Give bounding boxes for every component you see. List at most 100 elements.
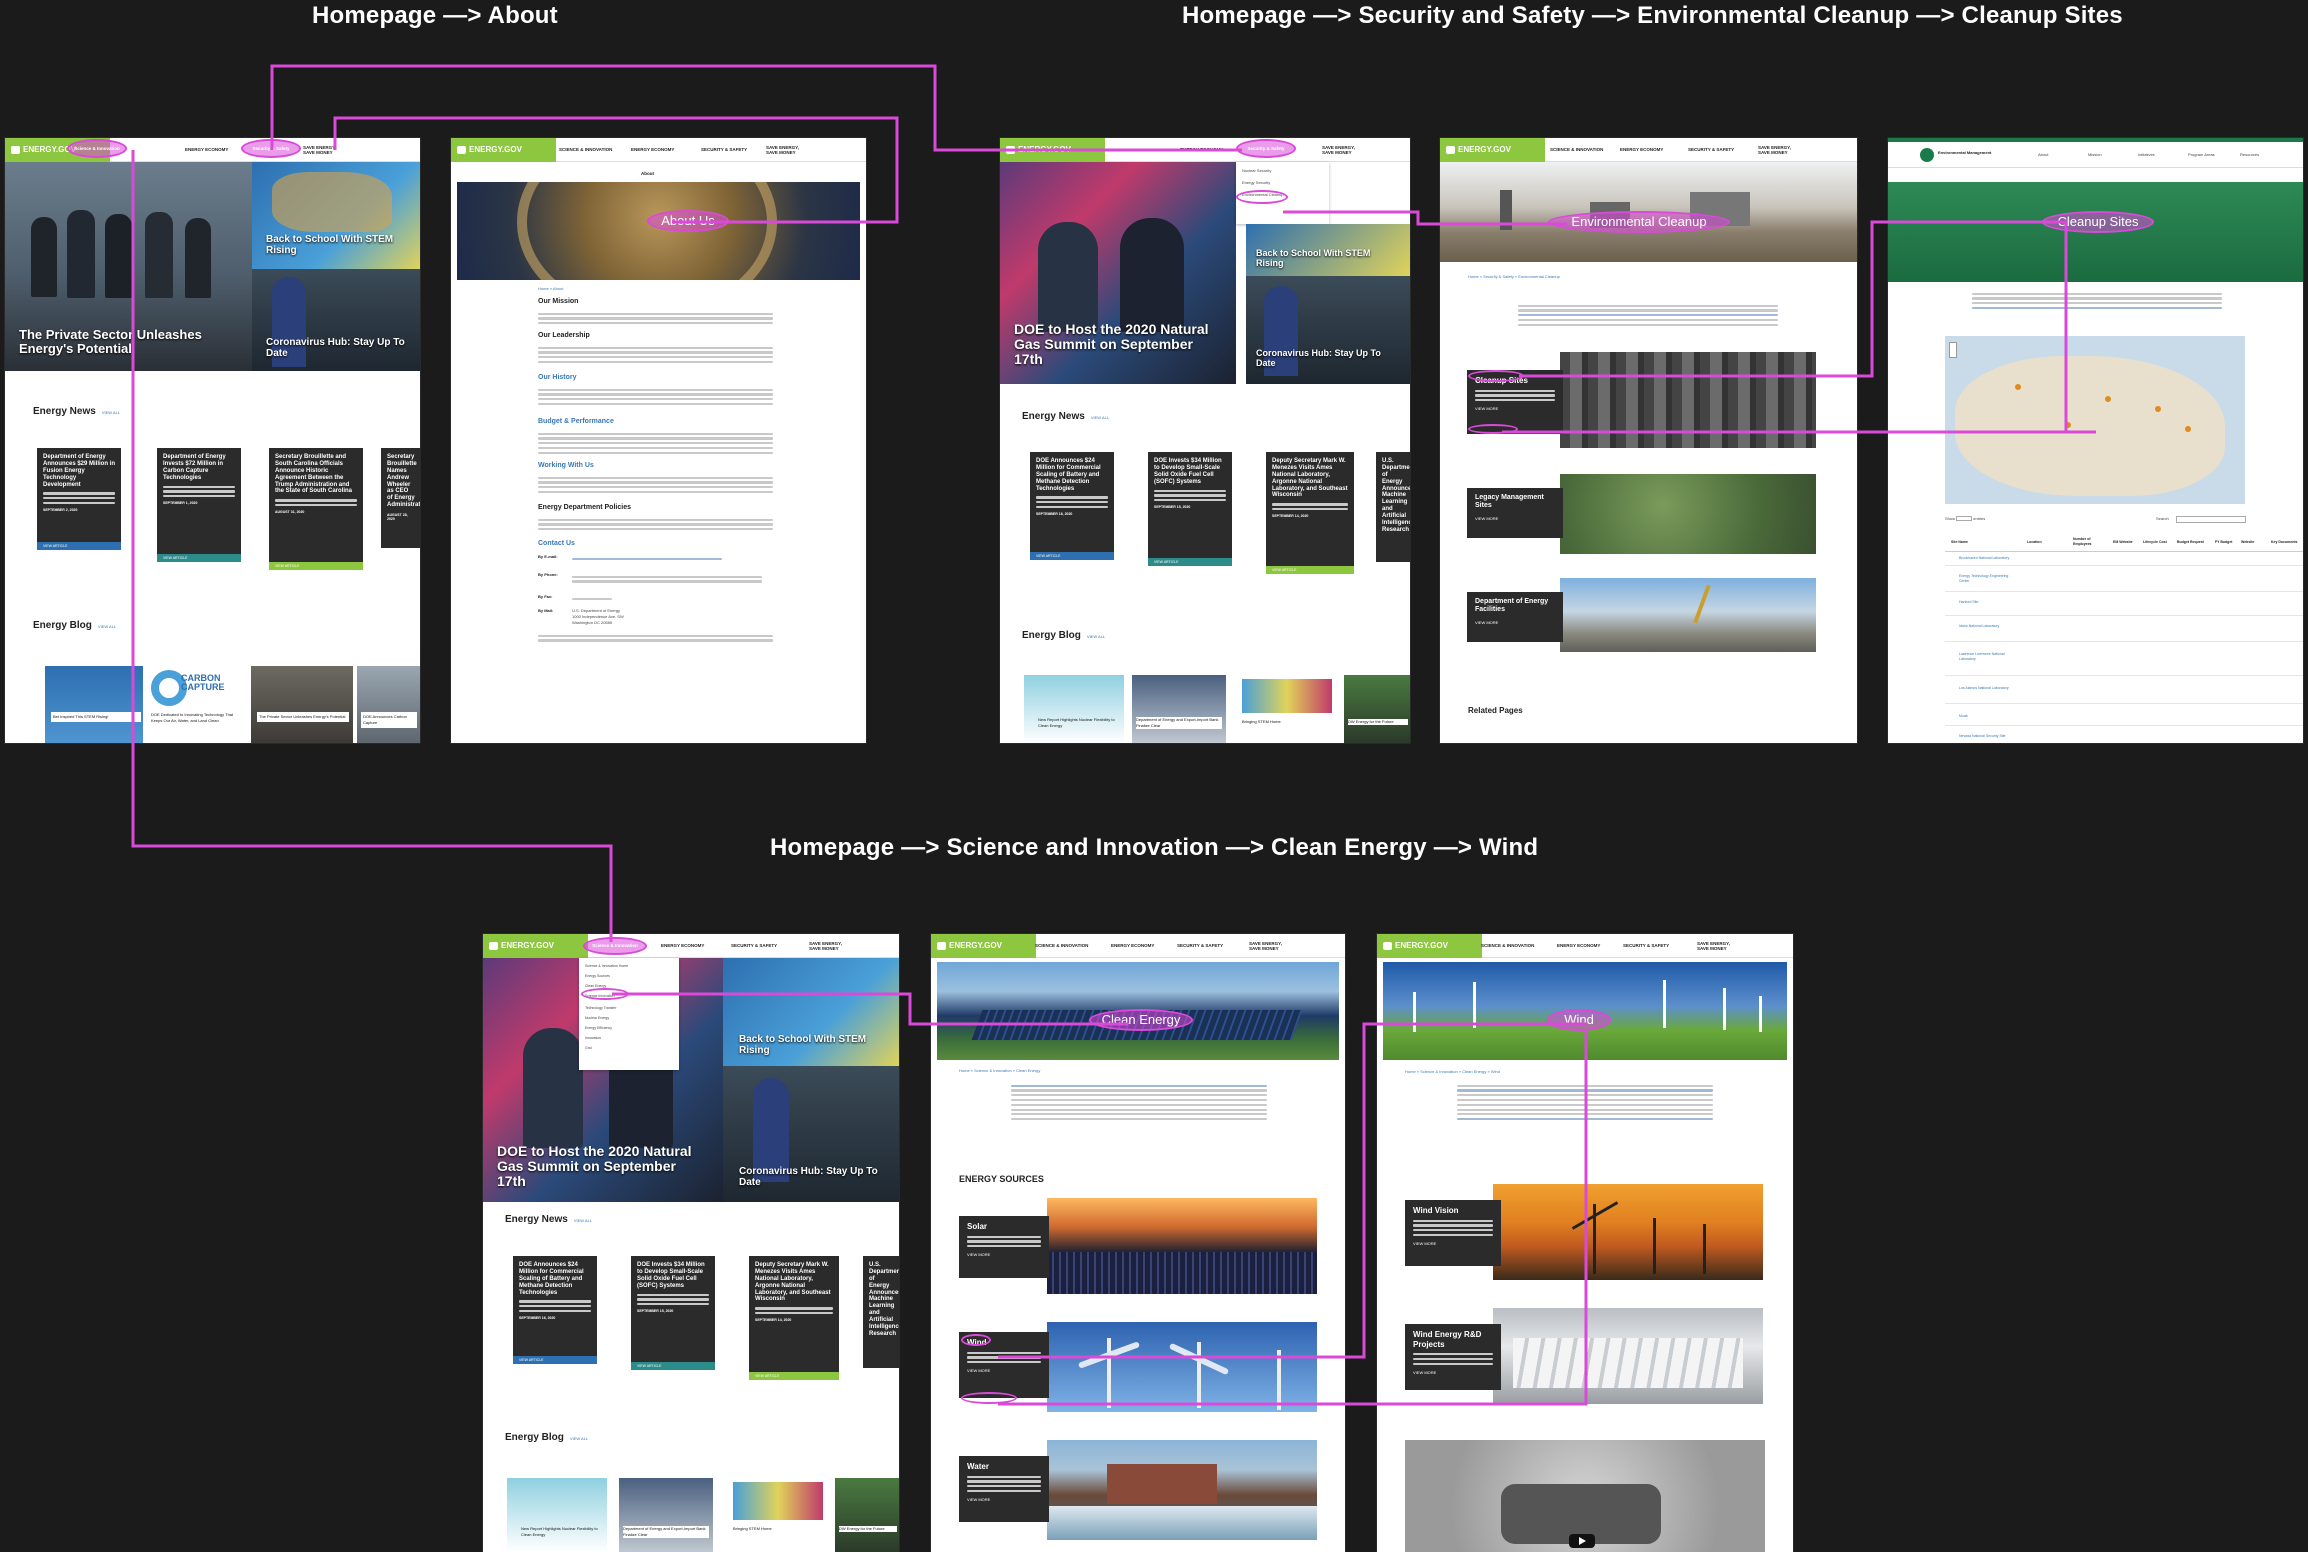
wind-image[interactable] bbox=[1047, 1322, 1317, 1412]
water-tile[interactable]: Water VIEW MORE bbox=[959, 1456, 1049, 1522]
facilities-image[interactable] bbox=[1560, 578, 1816, 652]
nav-security[interactable]: Security & Safety bbox=[1177, 943, 1223, 948]
nav-save-energy[interactable]: Save Energy, Save Money bbox=[303, 145, 343, 155]
news-card[interactable]: Secretary Brouillette and South Carolina… bbox=[269, 448, 363, 570]
table-row[interactable]: Moab bbox=[1945, 708, 2303, 726]
blog-card[interactable]: Bet Inspired This STEM Rising! bbox=[45, 666, 143, 743]
blog-card[interactable]: DW Energy for the Future bbox=[1344, 675, 1410, 743]
nav-science[interactable]: Science & Innovation bbox=[1481, 943, 1534, 948]
nav-security[interactable]: Security & Safety bbox=[1623, 943, 1669, 948]
solar-image[interactable] bbox=[1047, 1198, 1317, 1294]
legacy-image[interactable] bbox=[1560, 474, 1816, 554]
nav-security[interactable]: Security & Safety bbox=[1688, 147, 1734, 152]
highlight-wind-view-more bbox=[961, 1392, 1017, 1404]
search-input[interactable] bbox=[2176, 516, 2246, 523]
blog-card[interactable]: The Private Sector Unleashes Energy's Po… bbox=[251, 666, 353, 743]
site-logo[interactable]: ENERGY.GOV bbox=[1000, 138, 1105, 162]
hero-image[interactable]: DOE to Host the 2020 Natural Gas Summit … bbox=[1000, 162, 1236, 384]
water-image[interactable] bbox=[1047, 1440, 1317, 1540]
table-row[interactable]: Hanford Site bbox=[1945, 596, 2303, 616]
doe-facilities-tile[interactable]: Department of Energy Facilities VIEW MOR… bbox=[1467, 592, 1563, 642]
blog-card[interactable]: DW Energy for the Future bbox=[835, 1478, 899, 1552]
video-player[interactable] bbox=[1405, 1440, 1765, 1552]
table-row[interactable]: Brookhaven National Laboratory bbox=[1945, 552, 2303, 566]
stem-title: Back to School With STEM Rising bbox=[739, 1034, 867, 1056]
nav-energy-economy[interactable]: Energy Economy bbox=[631, 147, 674, 152]
site-logo[interactable]: ENERGY.GOV bbox=[931, 934, 1036, 958]
news-card[interactable]: DOE Invests $34 Million to Develop Small… bbox=[1148, 452, 1232, 566]
wind-vision-image[interactable] bbox=[1493, 1184, 1763, 1280]
nav-energy-economy[interactable]: Energy Economy bbox=[1180, 147, 1223, 152]
nav-energy-economy[interactable]: Energy Economy bbox=[1620, 147, 1663, 152]
sites-map[interactable] bbox=[1945, 336, 2245, 504]
nav-security[interactable]: Security & Safety bbox=[701, 147, 747, 152]
table-row[interactable]: Energy Technology Engineering Center bbox=[1945, 570, 2303, 592]
site-nav: ENERGY.GOV Science & Innovation Energy E… bbox=[931, 934, 1345, 958]
cleanup-sites-image[interactable] bbox=[1560, 352, 1816, 448]
blog-card[interactable]: CARBON CAPTURE DOE Dedicated to Innovati… bbox=[145, 666, 245, 743]
nav-science[interactable]: Science & Innovation bbox=[1550, 147, 1603, 152]
covid-tile[interactable]: Coronavirus Hub: Stay Up To Date bbox=[723, 1066, 899, 1202]
wind-rd-tile[interactable]: Wind Energy R&D Projects VIEW MORE bbox=[1405, 1324, 1501, 1390]
nav-science[interactable]: Science & Innovation bbox=[1035, 943, 1088, 948]
nav-energy-economy[interactable]: Energy Economy bbox=[661, 943, 704, 948]
nav-energy-economy[interactable]: Energy Economy bbox=[1557, 943, 1600, 948]
nav-save-energy[interactable]: Save Energy, Save Money bbox=[1249, 941, 1289, 951]
blog-card[interactable]: New Report Highlights Nuclear Flexibilit… bbox=[507, 1478, 607, 1552]
env-intro bbox=[1518, 302, 1778, 329]
nav-save-energy[interactable]: Save Energy, Save Money bbox=[1322, 145, 1362, 155]
wind-rd-image[interactable] bbox=[1493, 1308, 1763, 1404]
blog-card[interactable]: DOE Announces Carbon Capture bbox=[357, 666, 420, 743]
energy-news-heading: Energy News VIEW ALL bbox=[505, 1214, 593, 1225]
legacy-management-tile[interactable]: Legacy Management Sites VIEW MORE bbox=[1467, 488, 1563, 538]
stem-tile[interactable]: Back to School With STEM Rising bbox=[723, 958, 899, 1066]
table-row[interactable]: Idaho National Laboratory bbox=[1945, 620, 2303, 642]
nav-security[interactable]: Security & Safety bbox=[731, 943, 777, 948]
covid-tile[interactable]: Coronavirus Hub: Stay Up To Date bbox=[252, 269, 420, 371]
site-logo[interactable]: ENERGY.GOV bbox=[451, 138, 556, 162]
stem-tile[interactable]: Back to School With STEM Rising bbox=[252, 162, 420, 269]
blog-card[interactable]: Bringing STEM Home bbox=[1236, 675, 1336, 743]
solar-tile[interactable]: Solar VIEW MORE bbox=[959, 1216, 1049, 1278]
news-card[interactable]: DOE Announces $24 Million for Commercial… bbox=[513, 1256, 597, 1364]
play-icon[interactable] bbox=[1579, 1537, 1586, 1545]
blog-card[interactable]: Department of Energy and Export-Import B… bbox=[619, 1478, 713, 1552]
news-card[interactable]: Secretary Brouillette Names Andrew Wheel… bbox=[381, 448, 420, 548]
site-logo[interactable]: ENERGY.GOV bbox=[1440, 138, 1545, 162]
nav-save-energy[interactable]: Save Energy, Save Money bbox=[766, 145, 806, 155]
blog-card[interactable]: New Report Highlights Nuclear Flexibilit… bbox=[1024, 675, 1124, 743]
about-label: About bbox=[641, 171, 654, 176]
highlight-clean-energy-menu bbox=[581, 988, 629, 1000]
covid-title: Coronavirus Hub: Stay Up To Date bbox=[739, 1166, 878, 1188]
wind-vision-tile[interactable]: Wind Vision VIEW MORE bbox=[1405, 1200, 1501, 1266]
news-card[interactable]: Deputy Secretary Mark W. Menezes Visits … bbox=[749, 1256, 839, 1380]
hero-image[interactable]: The Private Sector Unleashes Energy's Po… bbox=[5, 162, 252, 371]
news-card[interactable]: U.S. Department of Energy Announces Mach… bbox=[1376, 452, 1410, 562]
blog-card[interactable]: Bringing STEM Home bbox=[727, 1478, 827, 1552]
highlight-clean-energy: Clean Energy bbox=[1089, 1009, 1193, 1031]
site-logo[interactable]: ENERGY.GOV bbox=[1377, 934, 1482, 958]
news-card[interactable]: DOE Announces $24 Million for Commercial… bbox=[1030, 452, 1114, 560]
flow-diagram: Homepage —> About Homepage —> Security a… bbox=[0, 0, 2308, 1552]
table-row[interactable]: Los Alamos National Laboratory bbox=[1945, 680, 2303, 704]
news-card[interactable]: Deputy Secretary Mark W. Menezes Visits … bbox=[1266, 452, 1354, 574]
news-card[interactable]: Department of Energy Announces $29 Milli… bbox=[37, 448, 121, 550]
table-row[interactable]: Nevada National Security Site bbox=[1945, 730, 2303, 743]
stem-tile[interactable]: Back to School With STEM Rising bbox=[1246, 224, 1410, 276]
blog-card[interactable]: Department of Energy and Export-Import B… bbox=[1132, 675, 1226, 743]
nav-energy-economy[interactable]: Energy Economy bbox=[185, 147, 228, 152]
news-card[interactable]: U.S. Department of Energy Announces Mach… bbox=[863, 1256, 899, 1368]
nav-science[interactable]: Science & Innovation bbox=[559, 147, 612, 152]
news-card[interactable]: Department of Energy Invests $72 Million… bbox=[157, 448, 241, 562]
nav-save-energy[interactable]: Save Energy, Save Money bbox=[809, 941, 849, 951]
nav-energy-economy[interactable]: Energy Economy bbox=[1111, 943, 1154, 948]
nav-save-energy[interactable]: Save Energy, Save Money bbox=[1697, 941, 1737, 951]
screenshot-homepage-b: ENERGY.GOV Energy Economy Save Energy, S… bbox=[1000, 138, 1410, 743]
news-card[interactable]: DOE Invests $34 Million to Develop Small… bbox=[631, 1256, 715, 1370]
table-row[interactable]: Lawrence Livermore National Laboratory bbox=[1945, 646, 2303, 676]
about-banner bbox=[457, 182, 860, 280]
covid-tile[interactable]: Coronavirus Hub: Stay Up To Date bbox=[1246, 276, 1410, 384]
site-logo[interactable]: ENERGY.GOV bbox=[483, 934, 588, 958]
energy-blog-heading: Energy Blog VIEW ALL bbox=[505, 1432, 589, 1443]
nav-save-energy[interactable]: Save Energy, Save Money bbox=[1758, 145, 1798, 155]
